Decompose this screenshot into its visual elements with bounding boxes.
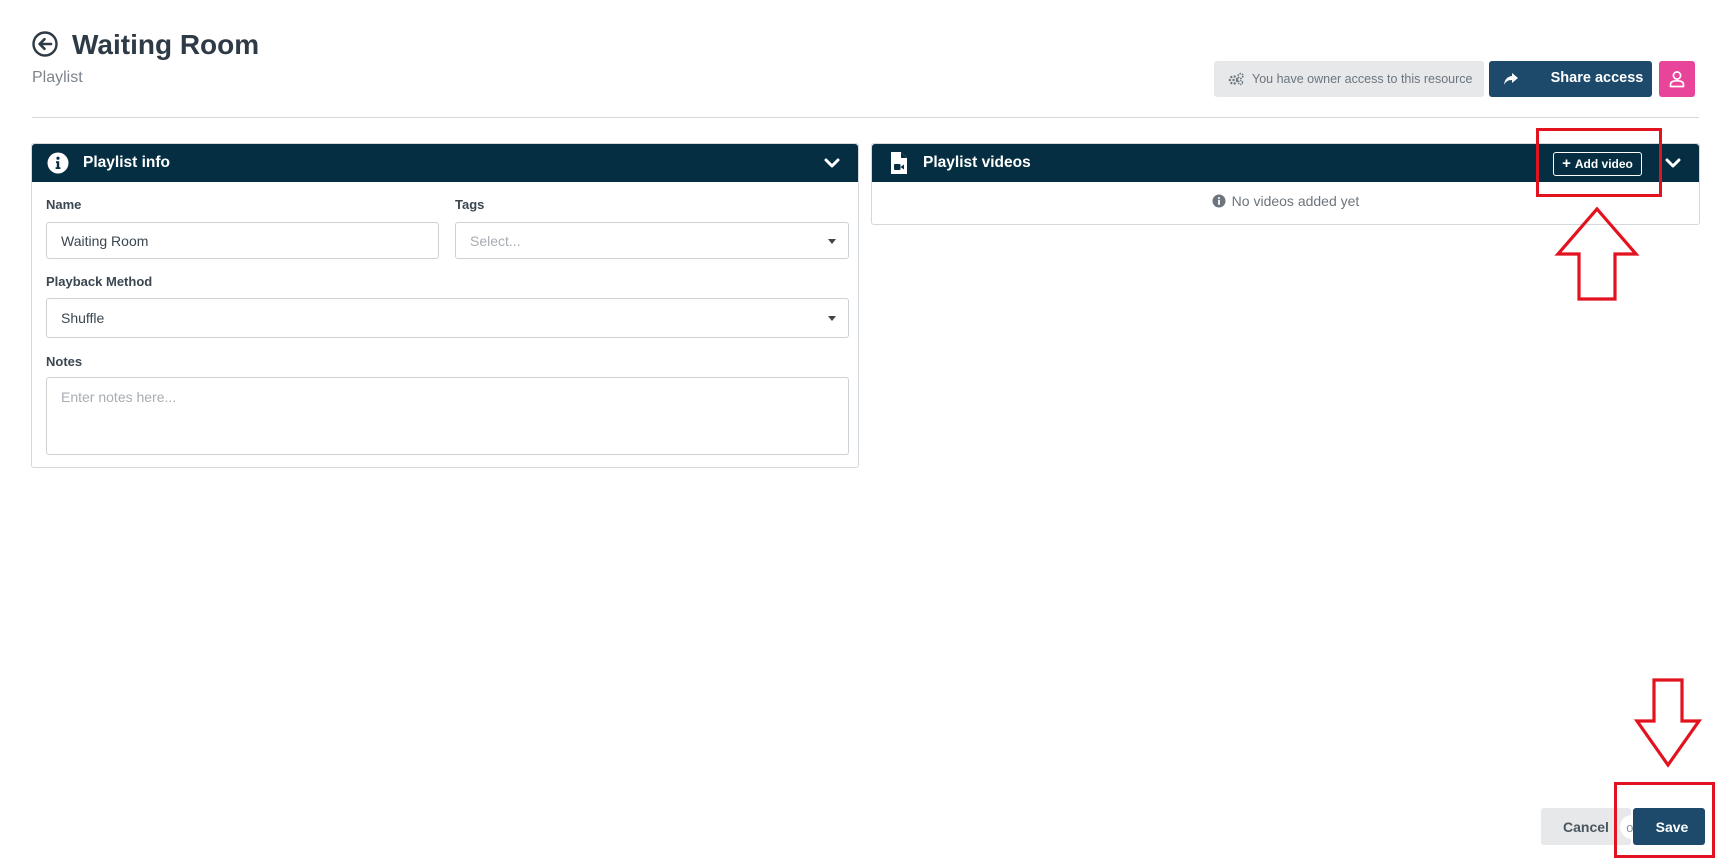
share-arrow-icon bbox=[1504, 73, 1518, 85]
playback-method-select[interactable]: Shuffle bbox=[46, 298, 849, 338]
gears-icon bbox=[1228, 72, 1244, 86]
playlist-videos-title: Playlist videos bbox=[923, 154, 1031, 171]
name-label: Name bbox=[46, 197, 82, 212]
share-access-label: Share access bbox=[1550, 70, 1644, 86]
cancel-label: Cancel bbox=[1563, 818, 1609, 835]
playlist-info-header[interactable]: Playlist info bbox=[32, 144, 858, 182]
name-input[interactable]: Waiting Room bbox=[46, 222, 439, 259]
owner-access-text: You have owner access to this resource bbox=[1252, 72, 1473, 86]
notes-label: Notes bbox=[46, 354, 83, 369]
tags-select[interactable]: Select... bbox=[455, 222, 849, 259]
chevron-down-icon[interactable] bbox=[1665, 156, 1681, 170]
caret-down-icon bbox=[828, 316, 836, 321]
playback-method-label: Playback Method bbox=[46, 274, 153, 289]
empty-videos-text: No videos added yet bbox=[1231, 193, 1360, 209]
info-circle-icon bbox=[47, 152, 69, 174]
up-arrow-annotation-icon bbox=[1554, 206, 1640, 301]
playback-method-value: Shuffle bbox=[61, 310, 105, 326]
tags-placeholder: Select... bbox=[470, 232, 521, 249]
playlist-info-title: Playlist info bbox=[83, 154, 170, 171]
name-value: Waiting Room bbox=[61, 232, 149, 249]
caret-down-icon bbox=[828, 238, 836, 244]
back-arrow-icon[interactable] bbox=[32, 31, 58, 57]
share-access-button[interactable]: Share access bbox=[1489, 61, 1652, 97]
down-arrow-annotation-icon bbox=[1634, 678, 1702, 768]
tags-label: Tags bbox=[455, 197, 485, 212]
page-subtitle: Playlist bbox=[32, 69, 83, 86]
add-video-highlight-box bbox=[1536, 128, 1662, 197]
owner-access-badge: You have owner access to this resource bbox=[1214, 61, 1484, 97]
notes-textarea[interactable]: Enter notes here... bbox=[46, 377, 849, 455]
header-divider bbox=[32, 117, 1699, 118]
playlist-info-panel: Playlist info Name Waiting Room Tags Sel… bbox=[31, 143, 859, 468]
page-title: Waiting Room bbox=[72, 29, 260, 60]
user-icon bbox=[1669, 71, 1685, 88]
file-video-icon bbox=[891, 152, 907, 174]
user-button[interactable] bbox=[1659, 61, 1695, 97]
info-circle-icon bbox=[1212, 194, 1226, 208]
save-highlight-box bbox=[1614, 782, 1715, 858]
chevron-down-icon[interactable] bbox=[824, 156, 840, 170]
notes-placeholder: Enter notes here... bbox=[61, 389, 177, 405]
